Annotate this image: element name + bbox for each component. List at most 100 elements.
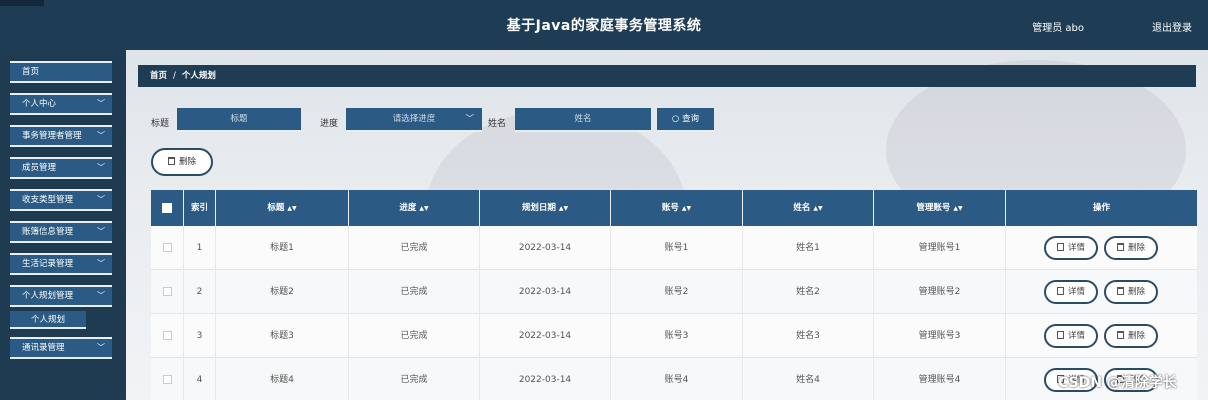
cell-account: 账号3 [611,314,743,358]
cell-index: 2 [184,270,216,314]
sort-icon: ▲▼ [681,205,692,212]
row-checkbox[interactable] [162,287,172,296]
header-admin-account[interactable]: 管理账号 ▲▼ [874,190,1006,226]
progress-select[interactable]: 请选择进度 ﹀ [346,108,482,132]
row-checkbox[interactable] [162,375,172,384]
header-name[interactable]: 姓名 ▲▼ [743,190,874,226]
row-delete-label: 删除 [1127,243,1145,253]
sidebar: 首页 个人中心 ﹀ 事务管理者管理 ﹀ 成员管理 ﹀ 收支类型管理 ﹀ 账簿信息… [0,50,125,400]
watermark: CSDN @清除学长 [1058,375,1177,391]
header-title-label: 标题 [267,203,285,213]
logout-link[interactable]: 退出登录 [1152,19,1192,34]
select-all-cell[interactable] [151,190,184,226]
header-admin-label: 管理账号 [916,203,951,213]
header-title[interactable]: 标题 ▲▼ [216,190,349,226]
name-input[interactable]: 姓名 [515,108,651,132]
sidebar-item-income-types[interactable]: 收支类型管理 ﹀ [10,189,112,211]
cell-actions: 详情 删除 [1006,270,1197,314]
select-all-checkbox[interactable] [162,202,172,213]
header-actions: 操作 [1092,203,1110,213]
cell-name: 姓名4 [743,358,874,400]
search-button[interactable]: ○ 查询 [657,108,714,132]
cell-date: 2022-03-14 [480,226,611,270]
cell-title: 标题4 [216,358,349,400]
detail-button[interactable]: 详情 [1044,236,1098,260]
sidebar-item-personal-plan[interactable]: 个人规划管理 ﹀ [10,285,112,307]
title-label: 标题 [151,119,170,129]
row-checkbox[interactable] [162,243,172,252]
cell-index: 3 [184,314,216,358]
chevron-down-icon: ﹀ [97,291,105,300]
chevron-down-icon: ﹀ [97,195,105,204]
title-input[interactable]: 标题 [177,108,301,132]
top-header: 基于Java的家庭事务管理系统 管理员 abo 退出登录 [0,0,1208,50]
sidebar-item-label: 事务管理者管理 [22,131,82,141]
cell-index: 4 [184,358,216,400]
table-header: 索引 标题 ▲▼ 进度 ▲▼ 规划日期 ▲▼ 账号 ▲▼ 姓名 ▲▼ 管理账号 ▲▼ 操作 [151,190,1197,226]
table-row: 2 标题2 已完成 2022-03-14 账号2 姓名2 管理账号2 详情 删除 [151,270,1197,314]
header-index: 索引 [184,190,216,226]
cell-date: 2022-03-14 [480,314,611,358]
cell-index: 1 [184,226,216,270]
row-select-cell[interactable] [151,226,184,270]
sidebar-item-home[interactable]: 首页 [10,61,112,83]
chevron-down-icon: ﹀ [97,227,105,236]
breadcrumb-current: 个人规划 [181,71,216,81]
row-checkbox[interactable] [162,331,172,340]
sidebar-item-label: 生活记录管理 [22,259,74,269]
cell-progress: 已完成 [349,314,480,358]
table-row: 3 标题3 已完成 2022-03-14 账号3 姓名3 管理账号3 详情 删除 [151,314,1197,358]
detail-button-label: 详情 [1067,243,1085,253]
row-select-cell[interactable] [151,270,184,314]
table-row: 4 标题4 已完成 2022-03-14 账号4 姓名4 管理账号4 详情 删除 [151,358,1197,400]
row-select-cell[interactable] [151,314,184,358]
header-date-label: 规划日期 [521,203,556,213]
breadcrumb-home[interactable]: 首页 [150,71,167,81]
sidebar-item-label: 通讯录管理 [22,343,65,353]
trash-icon [1116,331,1124,339]
sidebar-item-life-records[interactable]: 生活记录管理 ﹀ [10,253,112,275]
cell-admin-account: 管理账号3 [874,314,1006,358]
row-delete-button[interactable]: 删除 [1104,324,1158,348]
detail-button[interactable]: 详情 [1044,280,1098,304]
detail-button[interactable]: 详情 [1044,324,1098,348]
header-progress-label: 进度 [399,203,417,213]
current-user: 管理员 abo [1032,23,1084,34]
detail-button-label: 详情 [1067,287,1085,297]
sidebar-item-label: 收支类型管理 [22,195,74,205]
sort-icon: ▲▼ [419,205,429,212]
sidebar-item-personal-center[interactable]: 个人中心 ﹀ [10,93,112,115]
header-date[interactable]: 规划日期 ▲▼ [480,190,611,226]
chevron-down-icon: ﹀ [97,259,105,268]
row-delete-button[interactable]: 删除 [1104,236,1158,260]
search-icon: ○ [671,114,680,124]
table-row: 1 标题1 已完成 2022-03-14 账号1 姓名1 管理账号1 详情 删除 [151,226,1197,270]
row-select-cell[interactable] [151,358,184,400]
cell-actions: 详情 删除 [1006,226,1197,270]
sidebar-item-ledger[interactable]: 账簿信息管理 ﹀ [10,221,112,243]
sidebar-item-affairs-manager[interactable]: 事务管理者管理 ﹀ [10,125,112,147]
row-delete-button[interactable]: 删除 [1104,280,1158,304]
app-title: 基于Java的家庭事务管理系统 [506,18,702,34]
header-account[interactable]: 账号 ▲▼ [611,190,743,226]
data-table: 索引 标题 ▲▼ 进度 ▲▼ 规划日期 ▲▼ 账号 ▲▼ 姓名 ▲▼ 管理账号 ▲▼ 操作 … [151,190,1197,400]
cell-progress: 已完成 [349,358,480,400]
cell-name: 姓名3 [743,314,874,358]
row-delete-label: 删除 [1127,287,1145,297]
cell-title: 标题1 [216,226,349,270]
header-progress[interactable]: 进度 ▲▼ [349,190,480,226]
cell-title: 标题3 [216,314,349,358]
sidebar-item-members[interactable]: 成员管理 ﹀ [10,157,112,179]
sidebar-item-contacts[interactable]: 通讯录管理 ﹀ [10,337,112,359]
sidebar-item-label: 个人中心 [22,99,57,109]
cell-date: 2022-03-14 [480,270,611,314]
progress-select-placeholder: 请选择进度 [392,114,436,124]
sidebar-item-label: 账簿信息管理 [22,227,74,237]
chevron-down-icon: ﹀ [465,114,474,124]
bulk-delete-button[interactable]: 删除 [151,148,213,176]
sidebar-subitem-personal-plan[interactable]: 个人规划 [10,311,86,329]
sort-icon: ▲▼ [813,205,823,212]
trash-icon [167,157,175,165]
document-icon [1056,331,1064,339]
cell-account: 账号2 [611,270,743,314]
